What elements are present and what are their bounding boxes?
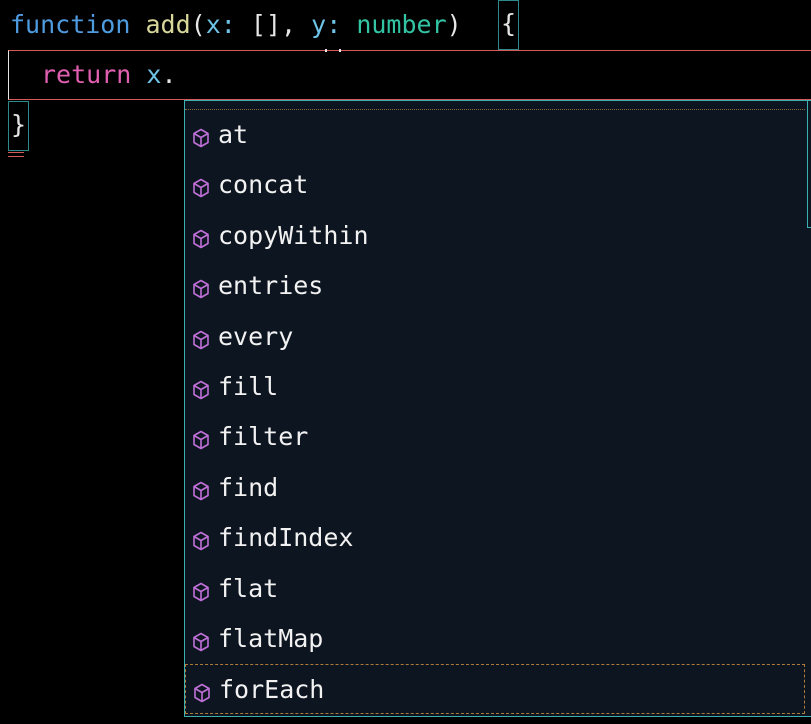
- suggestion-label: entries: [218, 271, 324, 301]
- suggestion-label: at: [218, 120, 249, 149]
- suggestion-label: flatMap: [218, 624, 324, 653]
- suggestion-item[interactable]: flatMap: [185, 614, 805, 664]
- suggestion-label: flat: [218, 573, 279, 603]
- suggestion-item[interactable]: entries: [185, 261, 805, 311]
- method-cube-icon: [192, 528, 210, 551]
- suggestion-item[interactable]: copyWithin: [185, 211, 805, 261]
- suggestion-label: every: [218, 321, 294, 351]
- method-cube-icon: [192, 478, 210, 501]
- autocomplete-popup[interactable]: at concat copyWithin entries every fill filter…: [184, 100, 811, 717]
- method-cube-icon: [193, 680, 211, 703]
- method-cube-icon: [192, 226, 210, 249]
- suggestion-item[interactable]: every: [185, 312, 805, 362]
- method-cube-icon: [192, 377, 210, 400]
- suggestion-label: copyWithin: [218, 220, 369, 250]
- suggestion-item[interactable]: at: [185, 110, 805, 160]
- param-x-type: []: [250, 10, 281, 39]
- param-x: x: [205, 10, 221, 39]
- function-name: add: [145, 10, 191, 39]
- member-dot: .: [161, 60, 177, 89]
- function-keyword: function: [10, 10, 131, 39]
- popup-scrollbar[interactable]: [807, 101, 811, 228]
- suggestion-label: filter: [218, 422, 309, 452]
- open-paren: (: [190, 10, 206, 39]
- suggestion-item[interactable]: filter: [185, 412, 805, 462]
- popup-top-divider: [185, 101, 805, 110]
- suggestion-label: findIndex: [218, 523, 354, 553]
- param-y-type: number: [356, 10, 447, 39]
- method-cube-icon: [192, 629, 210, 652]
- comma: ,: [281, 10, 297, 39]
- suggestion-label: forEach: [219, 675, 325, 705]
- method-cube-icon: [192, 175, 210, 198]
- param-y: y: [311, 10, 327, 39]
- open-brace-match: {: [498, 0, 520, 50]
- close-brace-match: }: [8, 101, 30, 151]
- colon-2: :: [326, 10, 342, 39]
- suggestion-label: fill: [218, 372, 279, 401]
- method-cube-icon: [192, 276, 210, 299]
- close-paren: ): [446, 10, 462, 39]
- suggestion-item[interactable]: concat: [185, 160, 805, 210]
- return-keyword: return: [41, 60, 132, 89]
- method-cube-icon: [192, 125, 210, 148]
- suggestion-label: find: [218, 472, 279, 502]
- method-cube-icon: [192, 427, 210, 450]
- cursor-marker: [325, 49, 341, 52]
- error-underline: [8, 152, 24, 157]
- code-line-2[interactable]: return x.: [41, 50, 177, 100]
- suggestion-item[interactable]: forEach: [185, 664, 805, 715]
- method-cube-icon: [192, 579, 210, 601]
- code-line-1: function add(x: [], y: number): [10, 0, 462, 50]
- suggestion-item[interactable]: find: [185, 463, 805, 513]
- colon-1: :: [220, 10, 236, 39]
- suggestion-item[interactable]: flat: [185, 564, 805, 614]
- suggestion-item[interactable]: findIndex: [185, 513, 805, 563]
- method-cube-icon: [192, 327, 210, 349]
- suggestion-label: concat: [218, 170, 309, 200]
- expr-x: x: [146, 60, 162, 89]
- suggestion-item[interactable]: fill: [185, 362, 805, 412]
